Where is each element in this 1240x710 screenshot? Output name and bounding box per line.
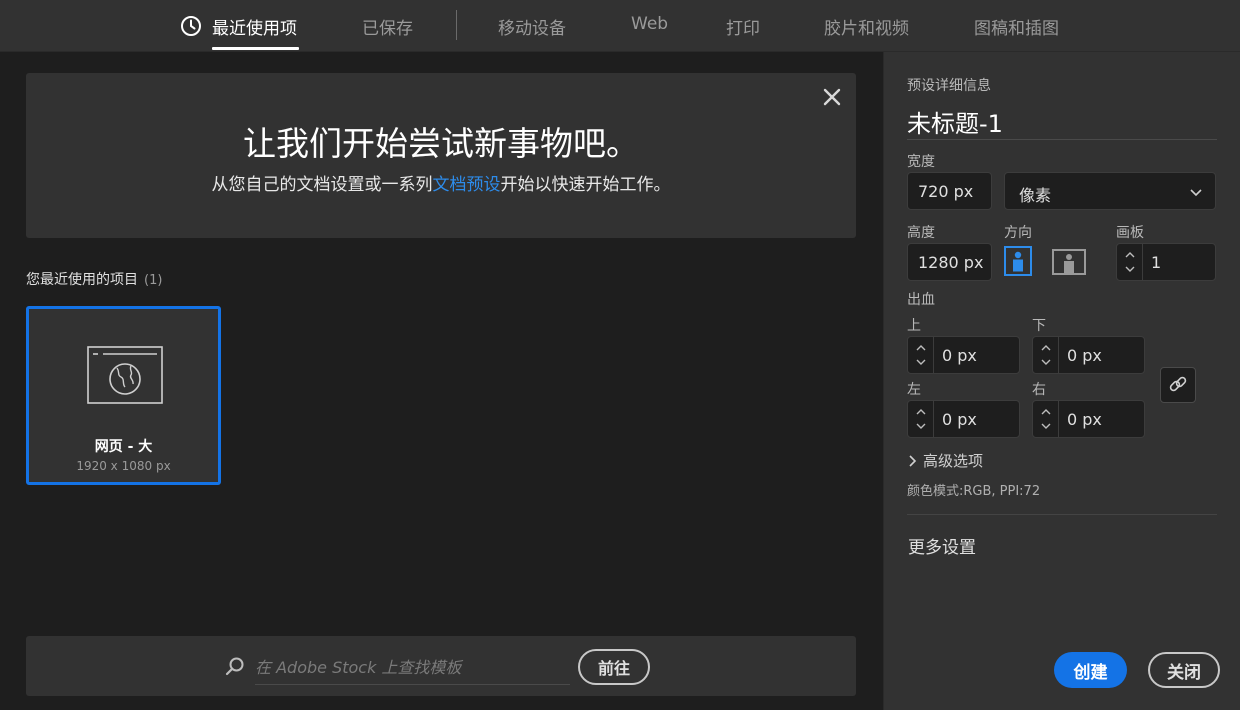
recent-heading-label: 您最近使用的项目 <box>26 272 138 288</box>
link-bleed-button[interactable] <box>1160 367 1196 403</box>
bleed-right-stepper[interactable] <box>1033 401 1059 437</box>
tab-film-video[interactable]: 胶片和视频 <box>824 14 909 39</box>
bleed-bottom-stepper[interactable] <box>1033 337 1059 373</box>
landscape-orientation-icon[interactable] <box>1052 249 1086 275</box>
banner-subtitle: 从您自己的文档设置或一系列文档预设开始以快速开始工作。 <box>26 170 856 195</box>
banner-sub-text: 从您自己的文档设置或一系列 <box>211 175 433 195</box>
chevron-right-icon <box>909 455 917 467</box>
artboard-input[interactable] <box>1151 244 1231 280</box>
bleed-right-input[interactable] <box>1067 401 1147 437</box>
artboard-stepper[interactable] <box>1117 244 1143 280</box>
bleed-right-field <box>1032 400 1147 438</box>
stepper-arrows-icon <box>1041 409 1051 429</box>
web-document-icon <box>87 346 163 404</box>
panel-divider <box>907 514 1217 515</box>
stepper-arrows-icon <box>916 345 926 365</box>
close-button[interactable]: 关闭 <box>1148 652 1220 688</box>
link-icon <box>1169 376 1187 392</box>
stepper-arrows-icon <box>1041 345 1051 365</box>
search-icon <box>225 657 244 676</box>
bleed-bottom-input[interactable] <box>1067 337 1147 373</box>
welcome-banner: 让我们开始尝试新事物吧。 从您自己的文档设置或一系列文档预设开始以快速开始工作。 <box>26 73 856 238</box>
tab-mobile[interactable]: 移动设备 <box>498 14 566 39</box>
banner-sub-text-end: 开始以快速开始工作。 <box>500 175 671 195</box>
active-tab-indicator <box>212 47 299 50</box>
bleed-bottom-field <box>1032 336 1147 374</box>
tab-art-illustration[interactable]: 图稿和插图 <box>974 14 1059 39</box>
recent-item-card[interactable]: 网页 - 大 1920 x 1080 px <box>26 306 221 485</box>
preset-details-heading: 预设详细信息 <box>907 78 991 94</box>
more-settings-button[interactable]: 更多设置 <box>908 533 976 558</box>
color-mode-info: 颜色模式:RGB, PPI:72 <box>907 484 1041 499</box>
tab-print[interactable]: 打印 <box>726 14 760 39</box>
tab-saved[interactable]: 已保存 <box>362 14 413 39</box>
tab-web[interactable]: Web <box>631 14 668 34</box>
unit-select-value: 像素 <box>1019 186 1052 205</box>
bleed-left-input[interactable] <box>942 401 1022 437</box>
width-label: 宽度 <box>907 154 935 170</box>
go-button[interactable]: 前往 <box>578 649 650 685</box>
unit-select[interactable]: 像素 <box>1004 172 1216 210</box>
stepper-arrows-icon <box>916 409 926 429</box>
height-input[interactable] <box>907 243 992 281</box>
portrait-orientation-icon[interactable] <box>1004 246 1034 276</box>
tab-recent[interactable]: 最近使用项 <box>212 14 297 39</box>
banner-title: 让我们开始尝试新事物吧。 <box>243 124 639 163</box>
bleed-left-field <box>907 400 1022 438</box>
height-label: 高度 <box>907 225 935 241</box>
artboard-stepper-field <box>1116 243 1231 281</box>
width-input[interactable] <box>907 172 992 210</box>
orientation-label: 方向 <box>1004 225 1032 241</box>
bleed-bottom-label: 下 <box>1032 318 1046 334</box>
bleed-right-label: 右 <box>1032 382 1046 398</box>
recent-count: (1) <box>144 273 163 288</box>
bleed-top-label: 上 <box>907 318 921 334</box>
document-presets-link[interactable]: 文档预设 <box>433 175 501 195</box>
bleed-left-label: 左 <box>907 382 921 398</box>
clock-icon <box>181 16 201 36</box>
bleed-left-stepper[interactable] <box>908 401 934 437</box>
bleed-top-stepper[interactable] <box>908 337 934 373</box>
tab-divider <box>456 10 457 40</box>
recent-item-name: 网页 - 大 <box>94 439 153 455</box>
preset-details-panel: 预设详细信息 宽度 像素 高度 方向 画板 出血 上 <box>883 52 1240 710</box>
bleed-label: 出血 <box>907 292 935 308</box>
stock-search-input[interactable] <box>255 651 570 685</box>
close-icon[interactable] <box>822 87 842 107</box>
chevron-down-icon <box>1190 189 1202 197</box>
bleed-top-field <box>907 336 1022 374</box>
recent-heading: 您最近使用的项目 (1) <box>26 269 162 289</box>
stepper-arrows-icon <box>1125 252 1135 272</box>
advanced-options-label: 高级选项 <box>923 452 984 470</box>
stock-search-bar: 前往 <box>26 636 856 696</box>
artboard-label: 画板 <box>1116 225 1144 241</box>
bleed-top-input[interactable] <box>942 337 1022 373</box>
document-title-input[interactable] <box>907 104 1217 140</box>
recent-item-size: 1920 x 1080 px <box>76 459 171 473</box>
tab-bar: 最近使用项 已保存 移动设备 Web 打印 胶片和视频 图稿和插图 <box>0 0 1240 52</box>
create-button[interactable]: 创建 <box>1054 652 1127 688</box>
advanced-options-toggle[interactable]: 高级选项 <box>907 450 983 471</box>
